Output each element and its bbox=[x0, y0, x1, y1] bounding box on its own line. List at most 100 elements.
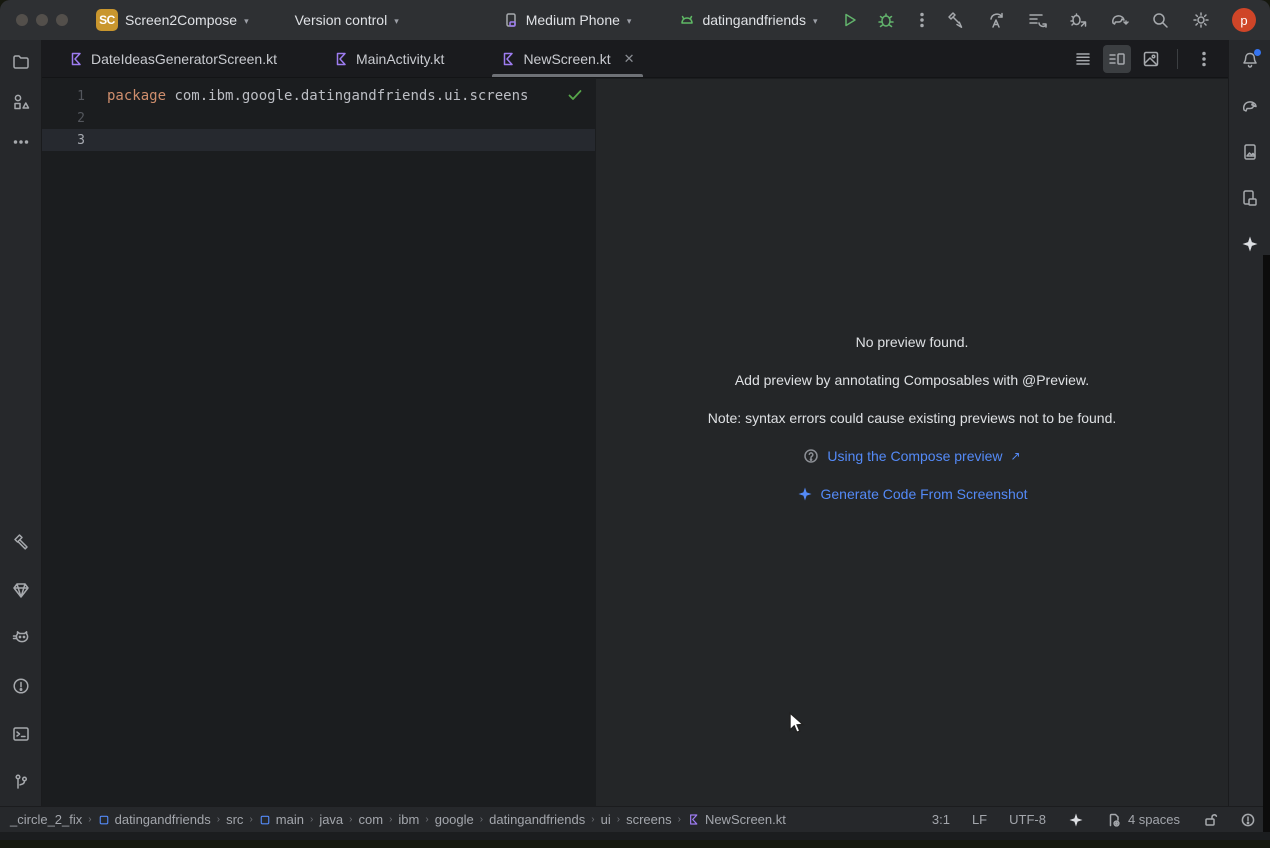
terminal-icon bbox=[11, 724, 31, 744]
breadcrumb-separator: › bbox=[617, 814, 620, 825]
keyword-token: package bbox=[107, 88, 166, 104]
run-configuration-selector[interactable]: datingandfriends ▾ bbox=[679, 12, 817, 28]
generate-code-from-screenshot-link[interactable]: Generate Code From Screenshot bbox=[797, 483, 1028, 505]
terminal-tool-button[interactable] bbox=[7, 720, 35, 748]
avatar[interactable]: p bbox=[1232, 8, 1256, 32]
logcat-tool-button[interactable] bbox=[7, 624, 35, 652]
apply-changes-icon[interactable] bbox=[986, 10, 1006, 30]
module-icon bbox=[259, 814, 271, 826]
run-icon[interactable] bbox=[840, 10, 860, 30]
ide-window: SC Screen2Compose ▾ Version control ▾ Me… bbox=[0, 0, 1270, 840]
breadcrumb-item[interactable]: java bbox=[319, 812, 343, 827]
caret-position-widget[interactable]: 3:1 bbox=[932, 812, 950, 827]
unlocked-icon bbox=[1202, 812, 1218, 828]
breadcrumb-separator: › bbox=[591, 814, 594, 825]
version-control-widget[interactable]: Version control ▾ bbox=[295, 12, 399, 28]
build-tool-button[interactable] bbox=[7, 528, 35, 556]
device-phone-icon bbox=[503, 12, 519, 28]
version-control-tool-button[interactable] bbox=[7, 768, 35, 796]
breadcrumb-item[interactable]: datingandfriends bbox=[98, 812, 211, 827]
breadcrumb-separator: › bbox=[480, 814, 483, 825]
gemini-tool-button[interactable] bbox=[1236, 230, 1264, 258]
desktop-edge bbox=[1263, 255, 1270, 832]
tab-mainactivity[interactable]: MainActivity.kt bbox=[321, 40, 456, 77]
device-name: Medium Phone bbox=[526, 12, 620, 28]
compose-preview-panel: No preview found. Add preview by annotat… bbox=[596, 79, 1228, 806]
inspection-status-widget[interactable] bbox=[565, 85, 585, 105]
indent-config-icon bbox=[1106, 812, 1122, 828]
app-quality-insights-tool-button[interactable] bbox=[7, 576, 35, 604]
more-horizontal-icon bbox=[11, 132, 31, 152]
breadcrumb-item[interactable]: main bbox=[259, 812, 304, 827]
gradle-tool-button[interactable] bbox=[1236, 92, 1264, 120]
breadcrumb-item[interactable]: datingandfriends bbox=[489, 812, 585, 827]
logcat-cat-icon bbox=[11, 628, 31, 648]
external-link-arrow: ↗ bbox=[1011, 449, 1021, 463]
breadcrumb-item[interactable]: ibm bbox=[398, 812, 419, 827]
folder-icon bbox=[11, 52, 31, 72]
debug-icon[interactable] bbox=[876, 10, 896, 30]
kotlin-file-icon bbox=[68, 51, 84, 67]
build-run-icon[interactable] bbox=[945, 10, 965, 30]
breadcrumb-item[interactable]: ui bbox=[601, 812, 611, 827]
compose-preview-help-link[interactable]: Using the Compose preview ↗ bbox=[803, 445, 1020, 467]
kotlin-file-icon bbox=[333, 51, 349, 67]
split-view-button[interactable] bbox=[1103, 45, 1131, 73]
tab-dateideasgeneratorscreen[interactable]: DateIdeasGeneratorScreen.kt bbox=[56, 40, 289, 77]
attach-debugger-icon[interactable] bbox=[1068, 10, 1088, 30]
running-devices-tool-button[interactable] bbox=[1236, 138, 1264, 166]
info-warning-widget[interactable] bbox=[1240, 812, 1256, 828]
window-controls bbox=[0, 14, 96, 26]
help-link-label: Using the Compose preview bbox=[827, 448, 1002, 464]
more-vertical-icon[interactable] bbox=[912, 10, 932, 30]
editor-more-options-button[interactable] bbox=[1190, 45, 1218, 73]
version-control-label: Version control bbox=[295, 12, 388, 28]
breadcrumb-item[interactable]: com bbox=[359, 812, 384, 827]
device-selector[interactable]: Medium Phone ▾ bbox=[503, 12, 632, 28]
android-head-icon bbox=[679, 12, 695, 28]
resource-manager-tool-button[interactable] bbox=[7, 88, 35, 116]
design-view-button[interactable] bbox=[1137, 45, 1165, 73]
line-number-current: 3 bbox=[42, 133, 107, 148]
close-icon[interactable]: ✕ bbox=[624, 51, 635, 67]
info-warning-icon bbox=[1240, 812, 1256, 828]
syntax-error-note: Note: syntax errors could cause existing… bbox=[708, 407, 1117, 429]
breadcrumb-item[interactable]: NewScreen.kt bbox=[687, 812, 786, 827]
inspection-check-icon bbox=[565, 85, 585, 105]
minimize-window-button[interactable] bbox=[36, 14, 48, 26]
tab-newscreen[interactable]: NewScreen.kt ✕ bbox=[488, 40, 646, 77]
chevron-down-icon: ▾ bbox=[244, 16, 249, 27]
project-tool-button[interactable] bbox=[7, 48, 35, 76]
device-manager-tool-button[interactable] bbox=[1236, 184, 1264, 212]
design-view-icon bbox=[1141, 49, 1161, 69]
code-editor[interactable]: 1 package com.ibm.google.datingandfriend… bbox=[42, 79, 595, 806]
breadcrumb-item[interactable]: src bbox=[226, 812, 243, 827]
kotlin-file-icon bbox=[687, 813, 700, 826]
encoding-widget[interactable]: UTF-8 bbox=[1009, 812, 1046, 827]
notifications-button[interactable] bbox=[1236, 46, 1264, 74]
editor-view-button[interactable] bbox=[1069, 45, 1097, 73]
indent-widget[interactable]: 4 spaces bbox=[1106, 812, 1180, 828]
gemini-status-widget[interactable] bbox=[1068, 812, 1084, 828]
apply-code-changes-icon[interactable] bbox=[1027, 10, 1047, 30]
gradle-sync-icon[interactable] bbox=[1109, 10, 1129, 30]
search-icon[interactable] bbox=[1150, 10, 1170, 30]
gear-icon[interactable] bbox=[1191, 10, 1211, 30]
more-tool-windows-button[interactable] bbox=[7, 128, 35, 156]
file-lock-widget[interactable] bbox=[1202, 812, 1218, 828]
no-preview-message: No preview found. bbox=[856, 331, 969, 353]
project-widget[interactable]: SC Screen2Compose ▾ bbox=[96, 9, 249, 31]
line-separator-widget[interactable]: LF bbox=[972, 812, 987, 827]
breadcrumb-item[interactable]: screens bbox=[626, 812, 672, 827]
problems-tool-button[interactable] bbox=[7, 672, 35, 700]
build-hammer-icon bbox=[11, 532, 31, 552]
problems-icon bbox=[11, 676, 31, 696]
editor-tab-bar: DateIdeasGeneratorScreen.kt MainActivity… bbox=[42, 40, 1228, 78]
gemini-star-icon bbox=[1068, 812, 1084, 828]
zoom-window-button[interactable] bbox=[56, 14, 68, 26]
tab-label: DateIdeasGeneratorScreen.kt bbox=[91, 51, 277, 67]
close-window-button[interactable] bbox=[16, 14, 28, 26]
chevron-down-icon: ▾ bbox=[813, 16, 818, 27]
breadcrumb-item[interactable]: google bbox=[435, 812, 474, 827]
breadcrumb-item[interactable]: _circle_2_fix bbox=[10, 812, 82, 827]
